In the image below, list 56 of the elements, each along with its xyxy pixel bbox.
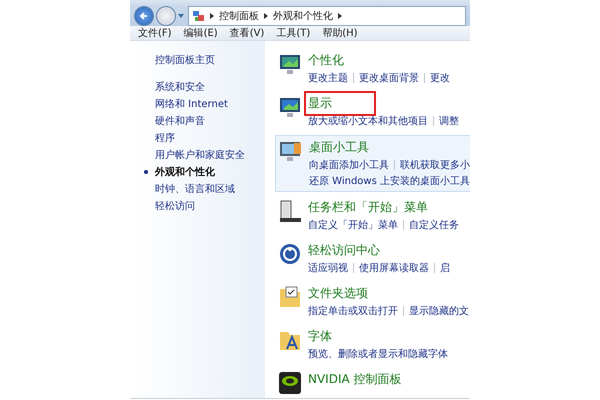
address-bar[interactable]: 控制面板 外观和个性化 xyxy=(188,6,466,26)
menu-item[interactable]: 文件(F) xyxy=(138,26,172,40)
chevron-icon[interactable] xyxy=(210,13,214,19)
task-link[interactable]: 还原 Windows 上安装的桌面小工具 xyxy=(309,174,470,188)
task-link[interactable]: 放大或缩小文本和其他项目 xyxy=(308,114,428,128)
sidebar-item[interactable]: 时钟、语言和区域 xyxy=(155,182,235,196)
control-panel-icon xyxy=(193,10,205,22)
task-link[interactable]: 使用屏幕读取器 xyxy=(359,261,429,275)
task-link[interactable]: 启 xyxy=(440,261,450,275)
bullet-icon xyxy=(144,170,148,174)
monitor-icon xyxy=(278,95,302,119)
back-button[interactable] xyxy=(134,6,154,26)
menu-item[interactable]: 工具(T) xyxy=(276,26,310,40)
task-link[interactable]: 更改桌面背景 xyxy=(359,71,419,85)
taskbar-icon xyxy=(278,199,302,223)
chevron-icon[interactable] xyxy=(338,13,342,19)
category-title[interactable]: 字体 xyxy=(308,328,332,345)
task-link[interactable]: 显示隐藏的文 xyxy=(409,304,469,318)
task-link[interactable]: 自定义任务 xyxy=(409,218,459,232)
sidebar-link[interactable]: 控制面板主页 xyxy=(155,53,215,67)
task-link[interactable]: 预览、删除或者显示和隐藏字体 xyxy=(308,347,448,361)
category-title[interactable]: 轻松访问中心 xyxy=(308,242,380,259)
breadcrumb[interactable]: 外观和个性化 xyxy=(273,9,333,23)
sidebar-item[interactable]: 外观和个性化 xyxy=(155,164,215,178)
task-link[interactable]: 联机获取更多小 xyxy=(400,158,470,172)
category-title[interactable]: 桌面小工具 xyxy=(309,139,369,156)
accessibility-icon xyxy=(278,242,302,266)
sidebar-item[interactable]: 用户帐户和家庭安全 xyxy=(155,148,245,162)
sidebar-item[interactable]: 硬件和声音 xyxy=(155,114,205,128)
category-title[interactable]: NVIDIA 控制面板 xyxy=(308,371,402,388)
dropdown-icon[interactable] xyxy=(178,14,184,18)
back-arrow-icon xyxy=(139,11,149,21)
monitor-icon xyxy=(278,52,302,76)
task-link[interactable]: 调整 xyxy=(439,114,459,128)
breadcrumb[interactable]: 控制面板 xyxy=(219,9,259,23)
category-title[interactable]: 任务栏和「开始」菜单 xyxy=(308,199,428,216)
task-link[interactable]: 更改主题 xyxy=(308,71,348,85)
folder-icon xyxy=(278,285,302,309)
gadget-monitor-icon xyxy=(279,139,303,163)
menu-item[interactable]: 帮助(H) xyxy=(322,26,358,40)
nvidia-logo-icon xyxy=(278,371,302,395)
task-link[interactable]: 自定义「开始」菜单 xyxy=(308,218,398,232)
sidebar-item[interactable]: 轻松访问 xyxy=(155,198,195,212)
sidebar-item[interactable]: 程序 xyxy=(155,130,175,144)
forward-button[interactable] xyxy=(156,6,176,26)
category-title[interactable]: 文件夹选项 xyxy=(308,285,368,302)
task-link[interactable]: 指定单击或双击打开 xyxy=(308,304,398,318)
task-link[interactable]: 向桌面添加小工具 xyxy=(309,158,389,172)
task-link[interactable]: 适应弱视 xyxy=(308,261,348,275)
menu-item[interactable]: 编辑(E) xyxy=(184,26,218,40)
menu-item[interactable]: 查看(V) xyxy=(230,26,264,40)
category-title[interactable]: 个性化 xyxy=(308,52,344,69)
chevron-icon[interactable] xyxy=(264,13,268,19)
sidebar-item[interactable]: 系统和安全 xyxy=(155,80,205,94)
task-link[interactable]: 更改 xyxy=(430,71,450,85)
sidebar-item[interactable]: 网络和 Internet xyxy=(155,96,228,110)
